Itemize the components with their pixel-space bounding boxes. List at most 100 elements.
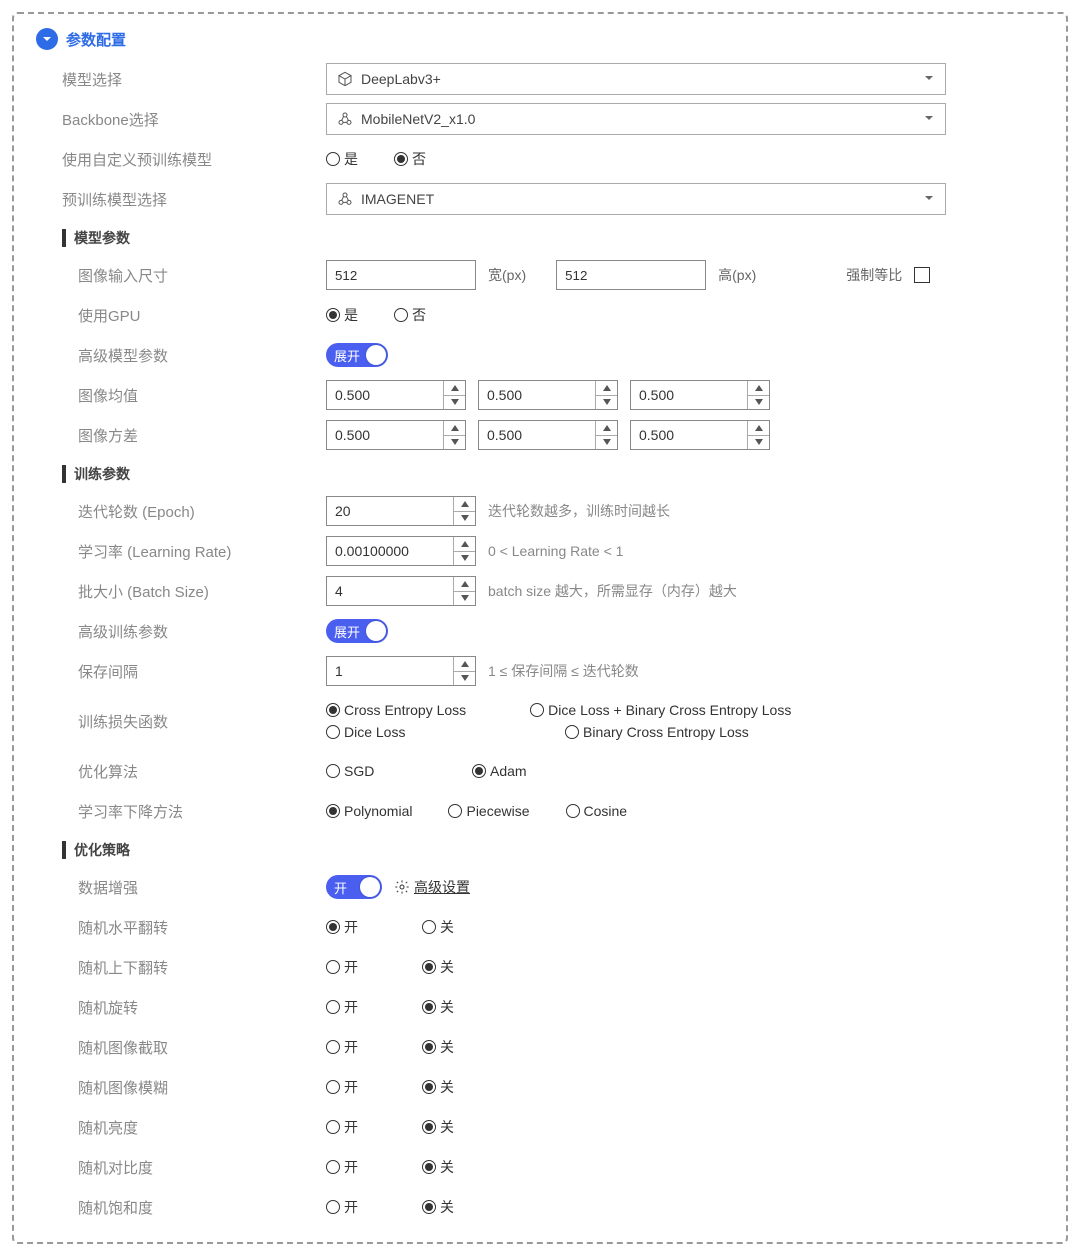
radio-gpu-no[interactable]: 否 (394, 305, 426, 325)
radio-vflip-off[interactable]: 关 (422, 957, 454, 977)
spin-up-icon[interactable] (454, 657, 475, 672)
spin-down-icon[interactable] (454, 592, 475, 606)
spin-up-icon[interactable] (454, 537, 475, 552)
spin-up-icon[interactable] (454, 497, 475, 512)
label-rand-crop: 随机图像截取 (36, 1037, 326, 1058)
spin-down-icon[interactable] (596, 436, 617, 450)
nodes-icon (337, 191, 353, 207)
radio-gpu-yes[interactable]: 是 (326, 305, 358, 325)
chevron-down-icon (923, 191, 935, 207)
image-height-input[interactable] (556, 260, 706, 290)
label-batch-size: 批大小 (Batch Size) (36, 581, 326, 602)
radio-contrast-on[interactable]: 开 (326, 1157, 386, 1177)
collapse-toggle-icon[interactable] (36, 28, 58, 50)
radio-brightness-off[interactable]: 关 (422, 1117, 454, 1137)
batch-hint: batch size 越大，所需显存（内存）越大 (488, 581, 737, 601)
label-data-aug: 数据增强 (36, 877, 326, 898)
radio-custom-no[interactable]: 否 (394, 149, 426, 169)
label-backbone-select: Backbone选择 (36, 109, 326, 130)
label-model-select: 模型选择 (36, 69, 326, 90)
radio-brightness-on[interactable]: 开 (326, 1117, 386, 1137)
spin-up-icon[interactable] (596, 381, 617, 396)
label-use-gpu: 使用GPU (36, 305, 326, 326)
label-optimizer: 优化算法 (36, 761, 326, 782)
radio-crop-off[interactable]: 关 (422, 1037, 454, 1057)
mean-1-spinner[interactable]: 0.500 (478, 380, 618, 410)
label-image-mean: 图像均值 (36, 385, 326, 406)
label-use-custom-pretrain: 使用自定义预训练模型 (36, 149, 326, 170)
var-2-spinner[interactable]: 0.500 (630, 420, 770, 450)
mean-2-spinner[interactable]: 0.500 (630, 380, 770, 410)
force-ratio-label: 强制等比 (846, 265, 902, 285)
adv-model-params-toggle[interactable]: 展开 (326, 343, 388, 367)
radio-saturation-on[interactable]: 开 (326, 1197, 386, 1217)
width-unit-label: 宽(px) (488, 265, 526, 285)
radio-decay-piece[interactable]: Piecewise (448, 803, 529, 819)
var-0-spinner[interactable]: 0.500 (326, 420, 466, 450)
spin-down-icon[interactable] (748, 436, 769, 450)
label-image-variance: 图像方差 (36, 425, 326, 446)
radio-loss-dice-bce[interactable]: Dice Loss + Binary Cross Entropy Loss (530, 702, 791, 718)
spin-up-icon[interactable] (748, 421, 769, 436)
spin-down-icon[interactable] (454, 552, 475, 566)
radio-rotate-off[interactable]: 关 (422, 997, 454, 1017)
radio-blur-off[interactable]: 关 (422, 1077, 454, 1097)
spin-up-icon[interactable] (596, 421, 617, 436)
pretrain-select[interactable]: IMAGENET (326, 183, 946, 215)
radio-loss-cross-entropy[interactable]: Cross Entropy Loss (326, 702, 466, 718)
save-interval-hint: 1 ≤ 保存间隔 ≤ 迭代轮数 (488, 661, 639, 681)
radio-hflip-off[interactable]: 关 (422, 917, 454, 937)
lr-spinner[interactable]: 0.00100000 (326, 536, 476, 566)
gear-icon (394, 879, 410, 895)
radio-decay-cos[interactable]: Cosine (566, 803, 628, 819)
spin-up-icon[interactable] (454, 577, 475, 592)
force-ratio-checkbox[interactable] (914, 267, 930, 283)
save-interval-spinner[interactable]: 1 (326, 656, 476, 686)
label-pretrain-select: 预训练模型选择 (36, 189, 326, 210)
label-rand-hflip: 随机水平翻转 (36, 917, 326, 938)
spin-down-icon[interactable] (444, 396, 465, 410)
batch-spinner[interactable]: 4 (326, 576, 476, 606)
spin-up-icon[interactable] (444, 381, 465, 396)
section-train-params: 训练参数 (36, 456, 1044, 492)
spin-down-icon[interactable] (454, 672, 475, 686)
radio-crop-on[interactable]: 开 (326, 1037, 386, 1057)
cube-icon (337, 71, 353, 87)
spin-down-icon[interactable] (748, 396, 769, 410)
radio-saturation-off[interactable]: 关 (422, 1197, 454, 1217)
radio-vflip-on[interactable]: 开 (326, 957, 386, 977)
mean-0-spinner[interactable]: 0.500 (326, 380, 466, 410)
parameter-config-panel: 参数配置 模型选择 DeepLabv3+ Backbone选择 MobileNe… (12, 12, 1068, 1244)
radio-custom-yes[interactable]: 是 (326, 149, 358, 169)
label-rand-saturation: 随机饱和度 (36, 1197, 326, 1218)
data-aug-toggle[interactable]: 开 (326, 875, 382, 899)
radio-decay-poly[interactable]: Polynomial (326, 803, 412, 819)
spin-down-icon[interactable] (596, 396, 617, 410)
adv-train-params-toggle[interactable]: 展开 (326, 619, 388, 643)
epoch-spinner[interactable]: 20 (326, 496, 476, 526)
radio-rotate-on[interactable]: 开 (326, 997, 386, 1017)
spin-up-icon[interactable] (748, 381, 769, 396)
label-image-input-size: 图像输入尺寸 (36, 265, 326, 286)
spin-up-icon[interactable] (444, 421, 465, 436)
lr-hint: 0 < Learning Rate < 1 (488, 543, 623, 559)
var-1-spinner[interactable]: 0.500 (478, 420, 618, 450)
backbone-select[interactable]: MobileNetV2_x1.0 (326, 103, 946, 135)
spin-down-icon[interactable] (454, 512, 475, 526)
image-width-input[interactable] (326, 260, 476, 290)
radio-loss-bce[interactable]: Binary Cross Entropy Loss (565, 724, 749, 740)
section-model-params: 模型参数 (36, 220, 1044, 256)
label-save-interval: 保存间隔 (36, 661, 326, 682)
radio-opt-adam[interactable]: Adam (472, 763, 527, 779)
advanced-setting-link[interactable]: 高级设置 (394, 877, 470, 897)
radio-blur-on[interactable]: 开 (326, 1077, 386, 1097)
label-adv-model-params: 高级模型参数 (36, 345, 326, 366)
chevron-down-icon (923, 111, 935, 127)
radio-contrast-off[interactable]: 关 (422, 1157, 454, 1177)
radio-hflip-on[interactable]: 开 (326, 917, 386, 937)
model-select[interactable]: DeepLabv3+ (326, 63, 946, 95)
radio-loss-dice[interactable]: Dice Loss (326, 724, 501, 740)
label-rand-contrast: 随机对比度 (36, 1157, 326, 1178)
spin-down-icon[interactable] (444, 436, 465, 450)
radio-opt-sgd[interactable]: SGD (326, 763, 436, 779)
